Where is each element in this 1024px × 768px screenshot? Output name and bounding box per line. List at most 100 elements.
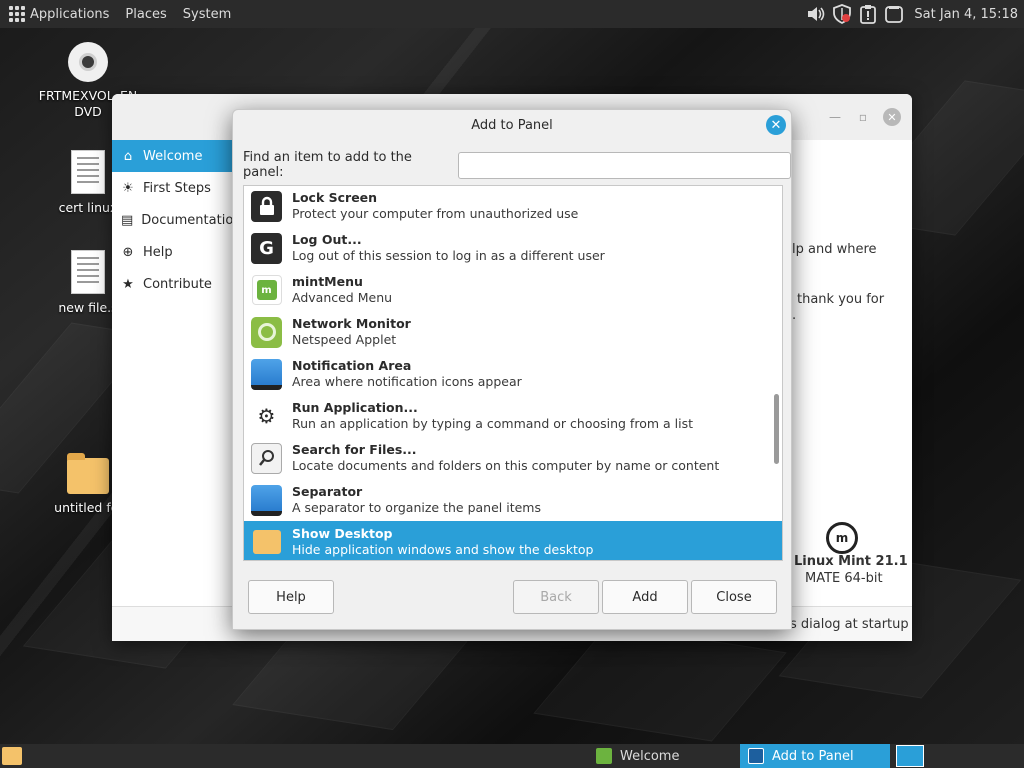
item-desc: Run an application by typing a command o… <box>292 416 693 431</box>
sidebar-item-first-steps[interactable]: ☀ First Steps <box>112 172 232 204</box>
taskbar-item-welcome[interactable]: Welcome <box>588 744 736 768</box>
edition-name: Linux Mint 21.1 <box>794 554 908 569</box>
list-item[interactable]: Separator A separator to organize the pa… <box>244 479 782 521</box>
sidebar-item-welcome[interactable]: ⌂ Welcome <box>112 140 232 172</box>
dialog-titlebar[interactable]: Add to Panel ✕ <box>233 110 791 140</box>
search-icon <box>251 442 282 474</box>
sidebar-item-help[interactable]: ⊕ Help <box>112 236 232 268</box>
item-name: mintMenu <box>292 274 363 289</box>
window-icon[interactable] <box>884 4 904 24</box>
item-desc: Advanced Menu <box>292 290 393 305</box>
help-button[interactable]: Help <box>248 580 334 614</box>
list-item[interactable]: G Log Out... Log out of this session to … <box>244 227 782 269</box>
item-name: Lock Screen <box>292 190 378 205</box>
list-item[interactable]: m mintMenu Advanced Menu <box>244 269 782 311</box>
show-desktop-icon[interactable] <box>2 747 22 765</box>
update-icon[interactable] <box>858 4 878 24</box>
lifebuoy-icon: ⊕ <box>122 244 134 260</box>
find-row: Find an item to add to the panel: <box>243 150 791 180</box>
close-button[interactable]: Close <box>691 580 777 614</box>
separator-icon <box>251 484 282 516</box>
item-desc: Hide application windows and show the de… <box>292 542 594 557</box>
edition-desc: MATE 64-bit <box>805 571 883 586</box>
welcome-body-text: thank you for <box>797 292 885 307</box>
system-tray: Sat Jan 4, 15:18 <box>806 0 1024 28</box>
add-to-panel-dialog: Add to Panel ✕ Find an item to add to th… <box>232 109 792 630</box>
list-scrollbar[interactable] <box>772 186 780 560</box>
item-name: Notification Area <box>292 358 412 373</box>
close-icon[interactable]: ✕ <box>883 108 901 126</box>
applications-menu[interactable]: Applications <box>0 0 117 28</box>
mint-menu-icon: m <box>251 275 282 306</box>
sidebar-item-label: Documentation <box>141 212 242 228</box>
linux-mint-logo: m <box>826 522 858 554</box>
item-desc: Area where notification icons appear <box>292 374 522 389</box>
window-icon <box>748 748 764 764</box>
notification-area-icon <box>251 358 282 390</box>
system-menu[interactable]: System <box>175 0 239 28</box>
item-name: Network Monitor <box>292 316 411 331</box>
workspace-switcher[interactable] <box>896 745 924 767</box>
applications-menu-label: Applications <box>30 6 110 22</box>
list-item[interactable]: Network Monitor Netspeed Applet <box>244 311 782 353</box>
maximize-icon[interactable]: ▫ <box>854 108 872 126</box>
back-button[interactable]: Back <box>513 580 599 614</box>
home-icon: ⌂ <box>123 148 133 164</box>
item-name: Log Out... <box>292 232 362 247</box>
taskbar-item-label: Welcome <box>620 748 680 764</box>
shield-icon[interactable] <box>832 4 852 24</box>
welcome-sidebar: ⌂ Welcome ☀ First Steps ▤ Documentation … <box>112 140 242 606</box>
bottom-panel: Welcome Add to Panel <box>0 744 1024 768</box>
taskbar-item-label: Add to Panel <box>772 748 854 764</box>
item-name: Run Application... <box>292 400 418 415</box>
clock[interactable]: Sat Jan 4, 15:18 <box>914 7 1018 22</box>
dvd-icon <box>68 42 108 82</box>
item-name: Show Desktop <box>292 526 393 541</box>
sidebar-item-label: Welcome <box>143 148 203 164</box>
list-item[interactable]: Notification Area Area where notificatio… <box>244 353 782 395</box>
list-item[interactable]: ⚙ Run Application... Run an application … <box>244 395 782 437</box>
apps-grid-icon <box>8 6 25 22</box>
folder-icon <box>67 453 109 494</box>
welcome-body-text: lp and where <box>792 242 877 257</box>
sidebar-item-label: Contribute <box>143 276 212 292</box>
sidebar-item-contribute[interactable]: ★ Contribute <box>112 268 232 300</box>
logout-icon: G <box>251 232 282 264</box>
item-desc: Protect your computer from unauthorized … <box>292 206 579 221</box>
lightbulb-icon: ☀ <box>122 180 134 196</box>
volume-icon[interactable] <box>806 4 826 24</box>
book-icon: ▤ <box>121 212 134 228</box>
sidebar-item-documentation[interactable]: ▤ Documentation <box>112 204 242 236</box>
search-input[interactable] <box>457 151 791 179</box>
star-icon: ★ <box>122 276 134 292</box>
dialog-title: Add to Panel <box>471 117 553 133</box>
find-label: Find an item to add to the panel: <box>243 150 412 180</box>
list-item[interactable]: Lock Screen Protect your computer from u… <box>244 186 782 227</box>
item-desc: Log out of this session to log in as a d… <box>292 248 605 263</box>
welcome-body-text: . <box>792 308 797 323</box>
network-monitor-icon <box>251 316 282 348</box>
document-icon <box>71 250 105 294</box>
sidebar-item-label: First Steps <box>143 180 211 196</box>
item-desc: Netspeed Applet <box>292 332 397 347</box>
taskbar-item-add-to-panel[interactable]: Add to Panel <box>740 744 890 768</box>
list-item-selected[interactable]: Show Desktop Hide application windows an… <box>244 521 782 560</box>
item-desc: A separator to organize the panel items <box>292 500 541 515</box>
scrollbar-thumb[interactable] <box>774 394 779 464</box>
minimize-icon[interactable]: — <box>826 108 844 126</box>
gears-icon: ⚙ <box>257 404 276 428</box>
item-name: Search for Files... <box>292 442 417 457</box>
close-icon[interactable]: ✕ <box>766 115 786 135</box>
places-menu[interactable]: Places <box>117 0 174 28</box>
lock-icon <box>251 190 282 222</box>
add-button[interactable]: Add <box>602 580 688 614</box>
top-panel: Applications Places System Sat Jan 4, 15… <box>0 0 1024 28</box>
panel-items-list[interactable]: Lock Screen Protect your computer from u… <box>243 185 783 561</box>
sidebar-item-label: Help <box>143 244 173 260</box>
mint-icon <box>596 748 612 764</box>
item-name: Separator <box>292 484 363 499</box>
startup-checkbox-label[interactable]: s dialog at startup <box>790 617 909 632</box>
list-item[interactable]: Search for Files... Locate documents and… <box>244 437 782 479</box>
item-desc: Locate documents and folders on this com… <box>292 458 720 473</box>
show-desktop-icon <box>251 527 282 558</box>
